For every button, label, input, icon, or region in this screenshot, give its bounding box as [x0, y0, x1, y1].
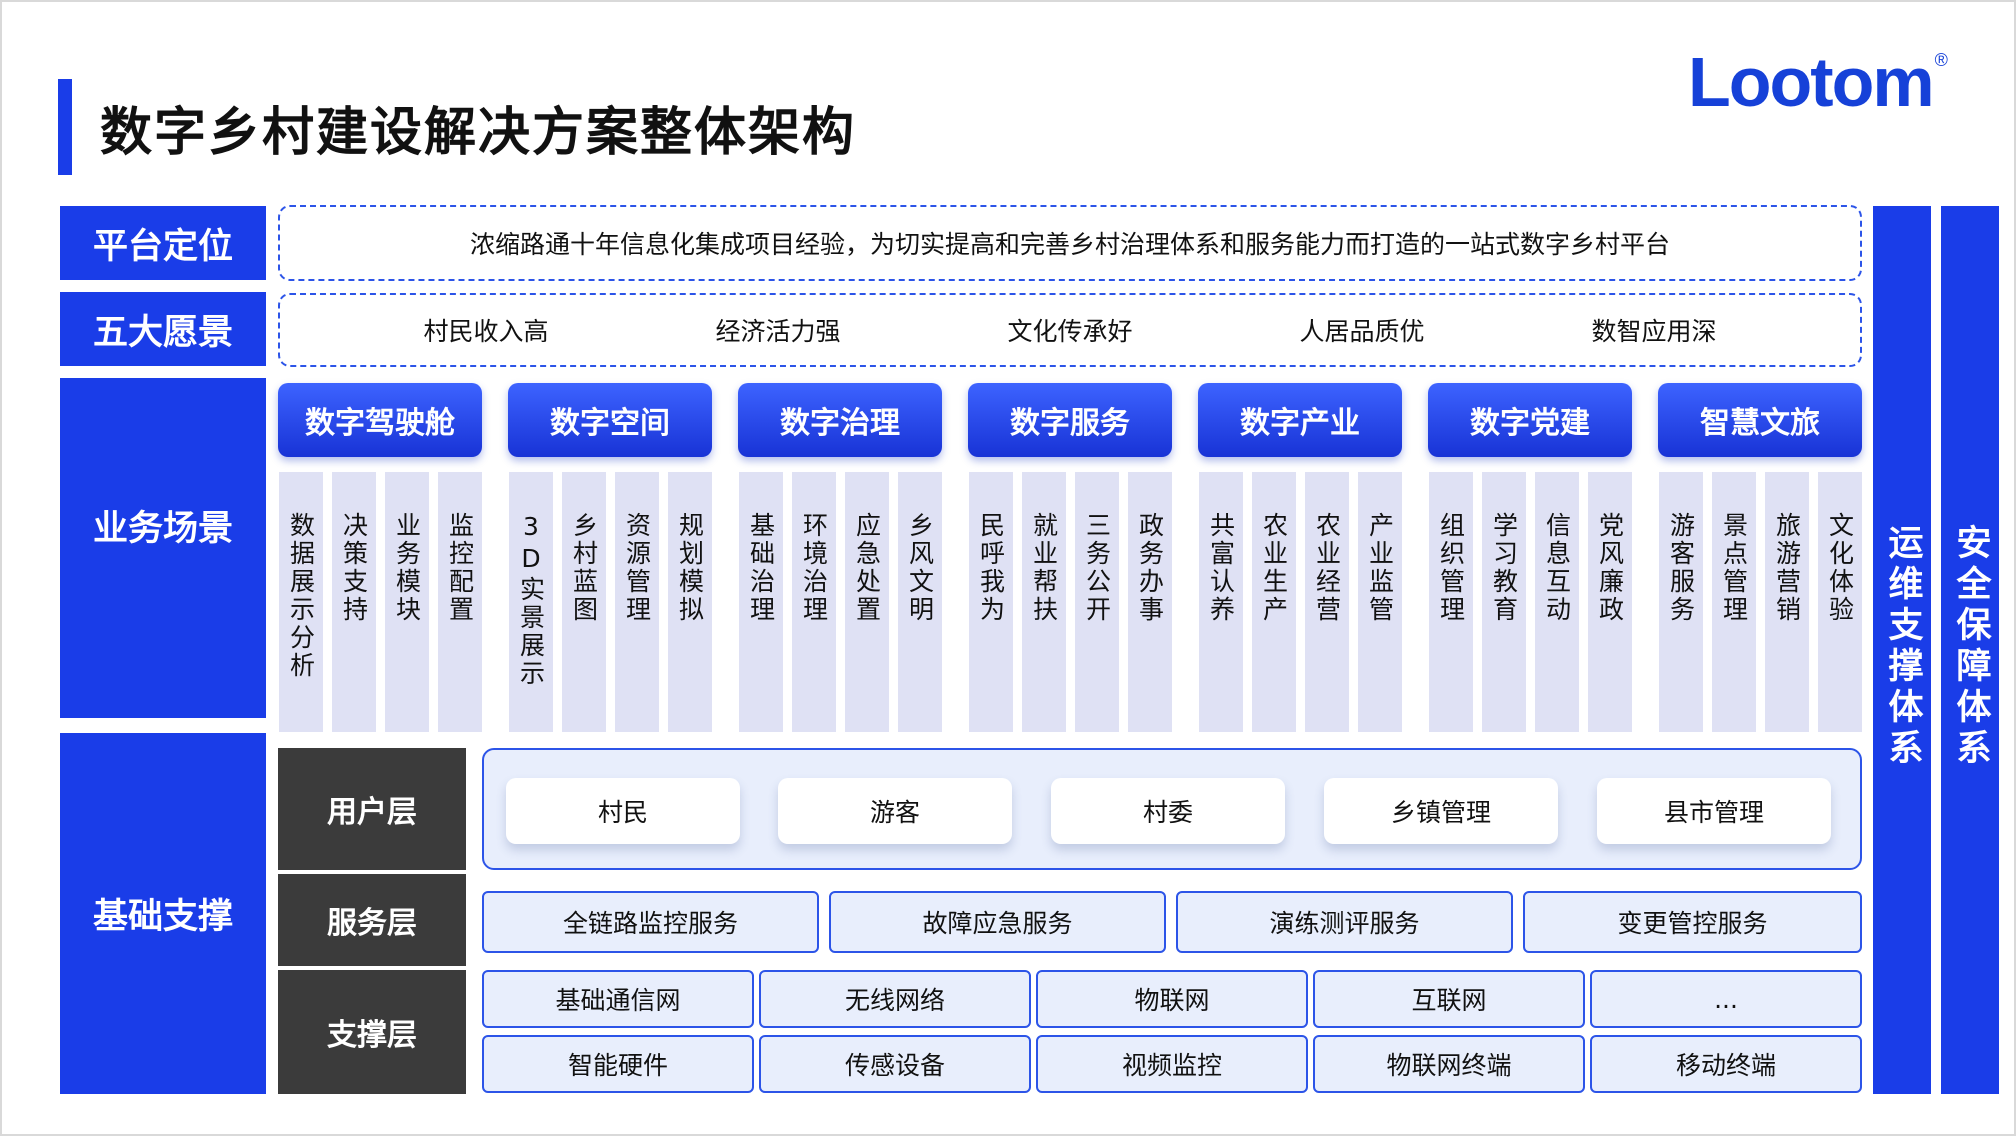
vision-item: 数智应用深: [1591, 317, 1717, 346]
scenario-item: 应急处置: [845, 472, 889, 732]
page-title: 数字乡村建设解决方案整体架构: [100, 103, 857, 163]
support-item: 移动终端: [1590, 1035, 1862, 1093]
user-card-township: 乡镇管理: [1324, 778, 1558, 844]
vision-list: 村民收入高 经济活力强 文化传承好 人居品质优 数智应用深: [280, 295, 1860, 365]
support-item: 无线网络: [759, 970, 1031, 1028]
layer-label-support: 支撑层: [278, 970, 466, 1094]
label-foundation: 基础支撑: [60, 733, 266, 1094]
registered-mark: ®: [1934, 50, 1948, 70]
user-layer-box: 村民 游客 村委 乡镇管理 县市管理: [482, 748, 1862, 870]
user-card-tourist: 游客: [778, 778, 1012, 844]
support-item: 物联网: [1036, 970, 1308, 1028]
scenario-item: 决策支持: [332, 472, 376, 732]
security-column: 安全保障体系: [1941, 206, 1999, 1094]
category-governance: 数字治理: [738, 383, 942, 457]
slide: 数字乡村建设解决方案整体架构 Lootom ® 平台定位 五大愿景 业务场景 基…: [2, 2, 2014, 1134]
support-item: 智能硬件: [482, 1035, 754, 1093]
vision-item: 文化传承好: [1007, 317, 1133, 346]
ops-support-label: 运维支撑体系: [1882, 524, 1923, 770]
scenario-item: 规划模拟: [668, 472, 712, 732]
scenario-item: 党风廉政: [1588, 472, 1632, 732]
category-industry: 数字产业: [1198, 383, 1402, 457]
category-cockpit: 数字驾驶舱: [278, 383, 482, 457]
title-accent-bar: [58, 79, 72, 175]
security-label: 安全保障体系: [1950, 524, 1991, 770]
scenario-item: 监控配置: [438, 472, 482, 732]
support-item: 传感设备: [759, 1035, 1031, 1093]
service-emergency: 故障应急服务: [829, 891, 1166, 953]
category-services: 数字服务: [968, 383, 1172, 457]
scenario-item: 学习教育: [1482, 472, 1526, 732]
scenario-item: 产业监管: [1358, 472, 1402, 732]
layer-label-service: 服务层: [278, 874, 466, 966]
label-vision: 五大愿景: [60, 292, 266, 366]
user-card-village-committee: 村委: [1051, 778, 1285, 844]
scenario-item: 乡村蓝图: [562, 472, 606, 732]
scenario-item: 旅游营销: [1765, 472, 1809, 732]
support-item: 视频监控: [1036, 1035, 1308, 1093]
vision-box: 村民收入高 经济活力强 文化传承好 人居品质优 数智应用深: [278, 293, 1862, 367]
lootom-logo: Lootom ®: [1688, 46, 1948, 118]
support-item-more: ...: [1590, 970, 1862, 1028]
service-change: 变更管控服务: [1523, 891, 1862, 953]
scenario-item: 就业帮扶: [1022, 472, 1066, 732]
service-drill: 演练测评服务: [1176, 891, 1513, 953]
scenario-item: 共富认养: [1199, 472, 1243, 732]
scenario-item: 三务公开: [1075, 472, 1119, 732]
service-monitoring: 全链路监控服务: [482, 891, 819, 953]
scenario-item: 游客服务: [1659, 472, 1703, 732]
scenario-item: 环境治理: [792, 472, 836, 732]
scenario-item: 业务模块: [385, 472, 429, 732]
vision-item: 村民收入高: [423, 317, 549, 346]
scenario-item: 农业生产: [1252, 472, 1296, 732]
category-tourism: 智慧文旅: [1658, 383, 1862, 457]
scenario-item: 政务办事: [1128, 472, 1172, 732]
logo-text: Lootom: [1688, 43, 1935, 121]
support-item: 基础通信网: [482, 970, 754, 1028]
scenario-item: 文化体验: [1818, 472, 1862, 732]
scenario-item: 组织管理: [1429, 472, 1473, 732]
scenario-item: 3D实景展示: [509, 472, 553, 732]
support-item: 互联网: [1313, 970, 1585, 1028]
scenario-item: 数据展示分析: [279, 472, 323, 732]
vision-item: 人居品质优: [1299, 317, 1425, 346]
category-party: 数字党建: [1428, 383, 1632, 457]
user-card-county: 县市管理: [1597, 778, 1831, 844]
positioning-text: 浓缩路通十年信息化集成项目经验，为切实提高和完善乡村治理体系和服务能力而打造的一…: [469, 230, 1670, 259]
scenario-item: 信息互动: [1535, 472, 1579, 732]
scenario-item: 景点管理: [1712, 472, 1756, 732]
positioning-box: 浓缩路通十年信息化集成项目经验，为切实提高和完善乡村治理体系和服务能力而打造的一…: [278, 205, 1862, 281]
scenario-item: 农业经营: [1305, 472, 1349, 732]
layer-label-user: 用户层: [278, 748, 466, 870]
label-scenarios: 业务场景: [60, 378, 266, 718]
label-positioning: 平台定位: [60, 206, 266, 280]
vision-item: 经济活力强: [715, 317, 841, 346]
category-space: 数字空间: [508, 383, 712, 457]
support-item: 物联网终端: [1313, 1035, 1585, 1093]
scenario-item: 资源管理: [615, 472, 659, 732]
ops-support-column: 运维支撑体系: [1873, 206, 1931, 1094]
scenario-item: 乡风文明: [898, 472, 942, 732]
user-card-villager: 村民: [506, 778, 740, 844]
scenario-item: 基础治理: [739, 472, 783, 732]
scenario-item: 民呼我为: [969, 472, 1013, 732]
